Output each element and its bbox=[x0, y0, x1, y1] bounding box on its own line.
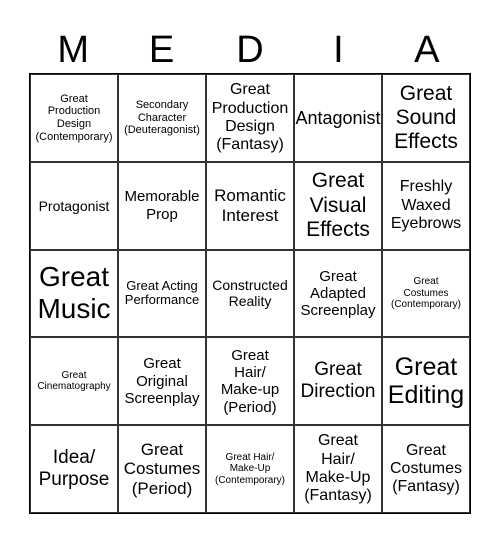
bingo-cell[interactable]: Great Costumes (Period) bbox=[118, 425, 206, 513]
bingo-cell[interactable]: Great Editing bbox=[382, 337, 470, 426]
header-letter: E bbox=[148, 29, 175, 71]
bingo-cell[interactable]: Great Costumes (Fantasy) bbox=[382, 425, 470, 513]
bingo-cell[interactable]: Romantic Interest bbox=[206, 161, 294, 250]
bingo-cell[interactable]: Great Direction bbox=[294, 337, 382, 426]
bingo-cell[interactable]: Great Adapted Screenplay bbox=[294, 249, 382, 338]
bingo-cell[interactable]: Great Sound Effects bbox=[382, 74, 470, 162]
bingo-cell[interactable]: Great Original Screenplay bbox=[118, 337, 206, 426]
bingo-cell[interactable]: Great Costumes (Contemporary) bbox=[382, 249, 470, 338]
bingo-cell[interactable]: Great Music bbox=[30, 249, 118, 338]
bingo-cell[interactable]: Great Production Design (Contemporary) bbox=[30, 74, 118, 162]
bingo-cell[interactable]: Secondary Character (Deuteragonist) bbox=[118, 74, 206, 162]
header-letter: M bbox=[57, 29, 90, 71]
bingo-cell[interactable]: Protagonist bbox=[30, 161, 118, 250]
bingo-cell[interactable]: Memorable Prop bbox=[118, 161, 206, 250]
bingo-cell[interactable]: Constructed Reality bbox=[206, 249, 294, 338]
header-letter: A bbox=[414, 29, 440, 71]
header-letter: I bbox=[333, 29, 344, 71]
bingo-grid: Great Production Design (Contemporary) Se… bbox=[29, 73, 471, 514]
bingo-cell[interactable]: Great Visual Effects bbox=[294, 161, 382, 250]
bingo-header: M E D I A bbox=[29, 28, 471, 72]
bingo-cell[interactable]: Great Hair/ Make-Up (Fantasy) bbox=[294, 425, 382, 513]
bingo-cell[interactable]: Great Cinematography bbox=[30, 337, 118, 426]
bingo-cell[interactable]: Freshly Waxed Eyebrows bbox=[382, 161, 470, 250]
bingo-cell[interactable]: Idea/ Purpose bbox=[30, 425, 118, 513]
bingo-cell[interactable]: Great Hair/ Make-Up (Contemporary) bbox=[206, 425, 294, 513]
bingo-cell[interactable]: Great Hair/ Make-up (Period) bbox=[206, 337, 294, 426]
bingo-cell[interactable]: Great Acting Performance bbox=[118, 249, 206, 338]
bingo-cell[interactable]: Antagonist bbox=[294, 74, 382, 162]
header-letter: D bbox=[236, 29, 264, 71]
bingo-cell[interactable]: Great Production Design (Fantasy) bbox=[206, 74, 294, 162]
